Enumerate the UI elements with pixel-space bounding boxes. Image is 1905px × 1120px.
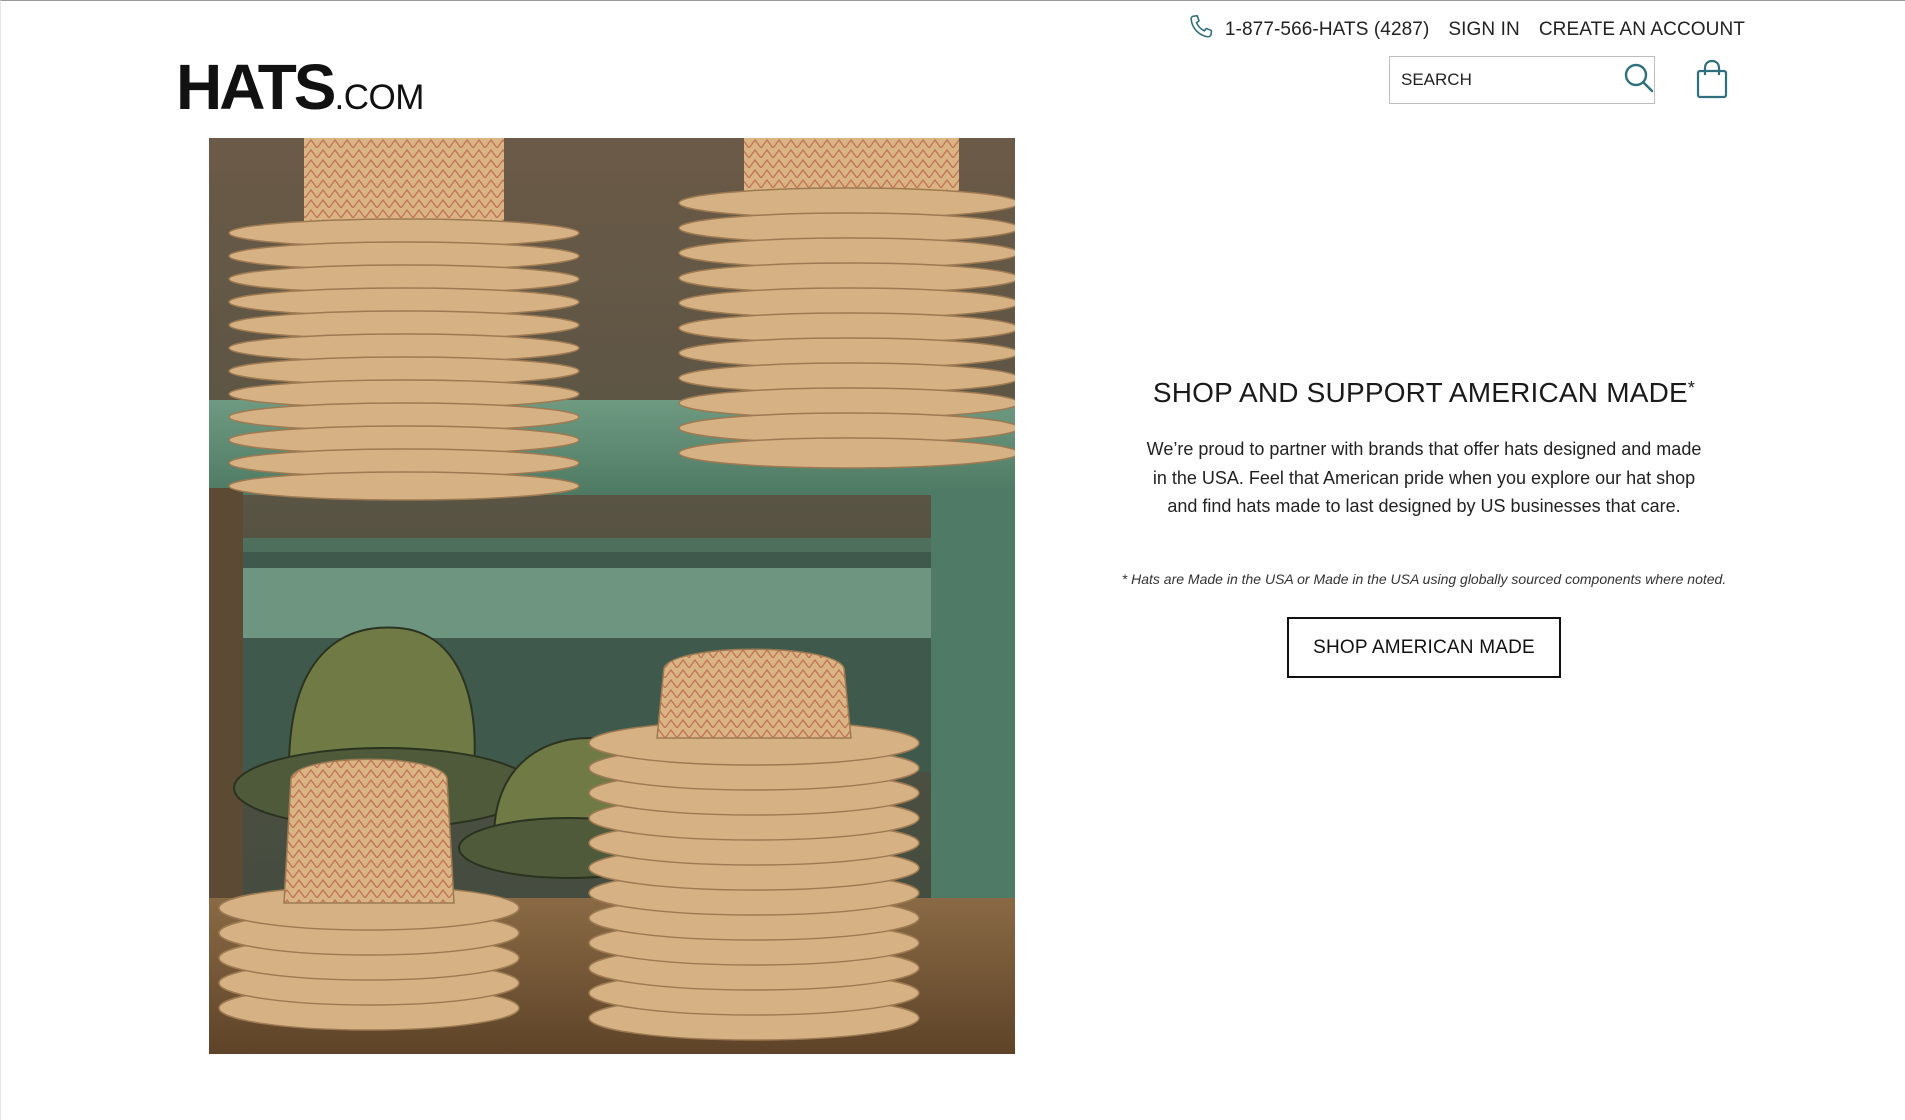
promo-footnote: * Hats are Made in the USA or Made in th… bbox=[1121, 570, 1727, 587]
cart-button[interactable] bbox=[1695, 59, 1729, 99]
search-box bbox=[1389, 56, 1655, 104]
search-button[interactable] bbox=[1622, 57, 1656, 103]
search-icon bbox=[1622, 61, 1656, 100]
phone-link[interactable]: 1-877-566-HATS (4287) bbox=[1188, 13, 1430, 46]
utility-bar: 1-877-566-HATS (4287) SIGN IN CREATE AN … bbox=[1188, 13, 1745, 46]
logo-suffix: .COM bbox=[334, 78, 424, 117]
logo-main: HATS bbox=[176, 51, 336, 123]
shopping-bag-icon bbox=[1695, 59, 1729, 103]
sign-in-link[interactable]: SIGN IN bbox=[1448, 19, 1519, 41]
site-logo[interactable]: HATS .COM bbox=[176, 55, 424, 119]
shop-american-made-button[interactable]: SHOP AMERICAN MADE bbox=[1287, 616, 1561, 678]
phone-number: 1-877-566-HATS (4287) bbox=[1224, 18, 1430, 40]
promo-title: SHOP AND SUPPORT AMERICAN MADE* bbox=[1152, 377, 1696, 408]
phone-icon bbox=[1188, 13, 1215, 46]
promo-title-mark: * bbox=[1687, 378, 1696, 398]
page: 1-877-566-HATS (4287) SIGN IN CREATE AN … bbox=[0, 0, 1905, 1120]
hero-image bbox=[209, 138, 1015, 1054]
search-input[interactable] bbox=[1390, 57, 1622, 103]
promo-body: We’re proud to partner with brands that … bbox=[1146, 439, 1702, 516]
promo-section: SHOP AND SUPPORT AMERICAN MADE* We’re pr… bbox=[1106, 377, 1742, 678]
create-account-link[interactable]: CREATE AN ACCOUNT bbox=[1539, 19, 1745, 41]
